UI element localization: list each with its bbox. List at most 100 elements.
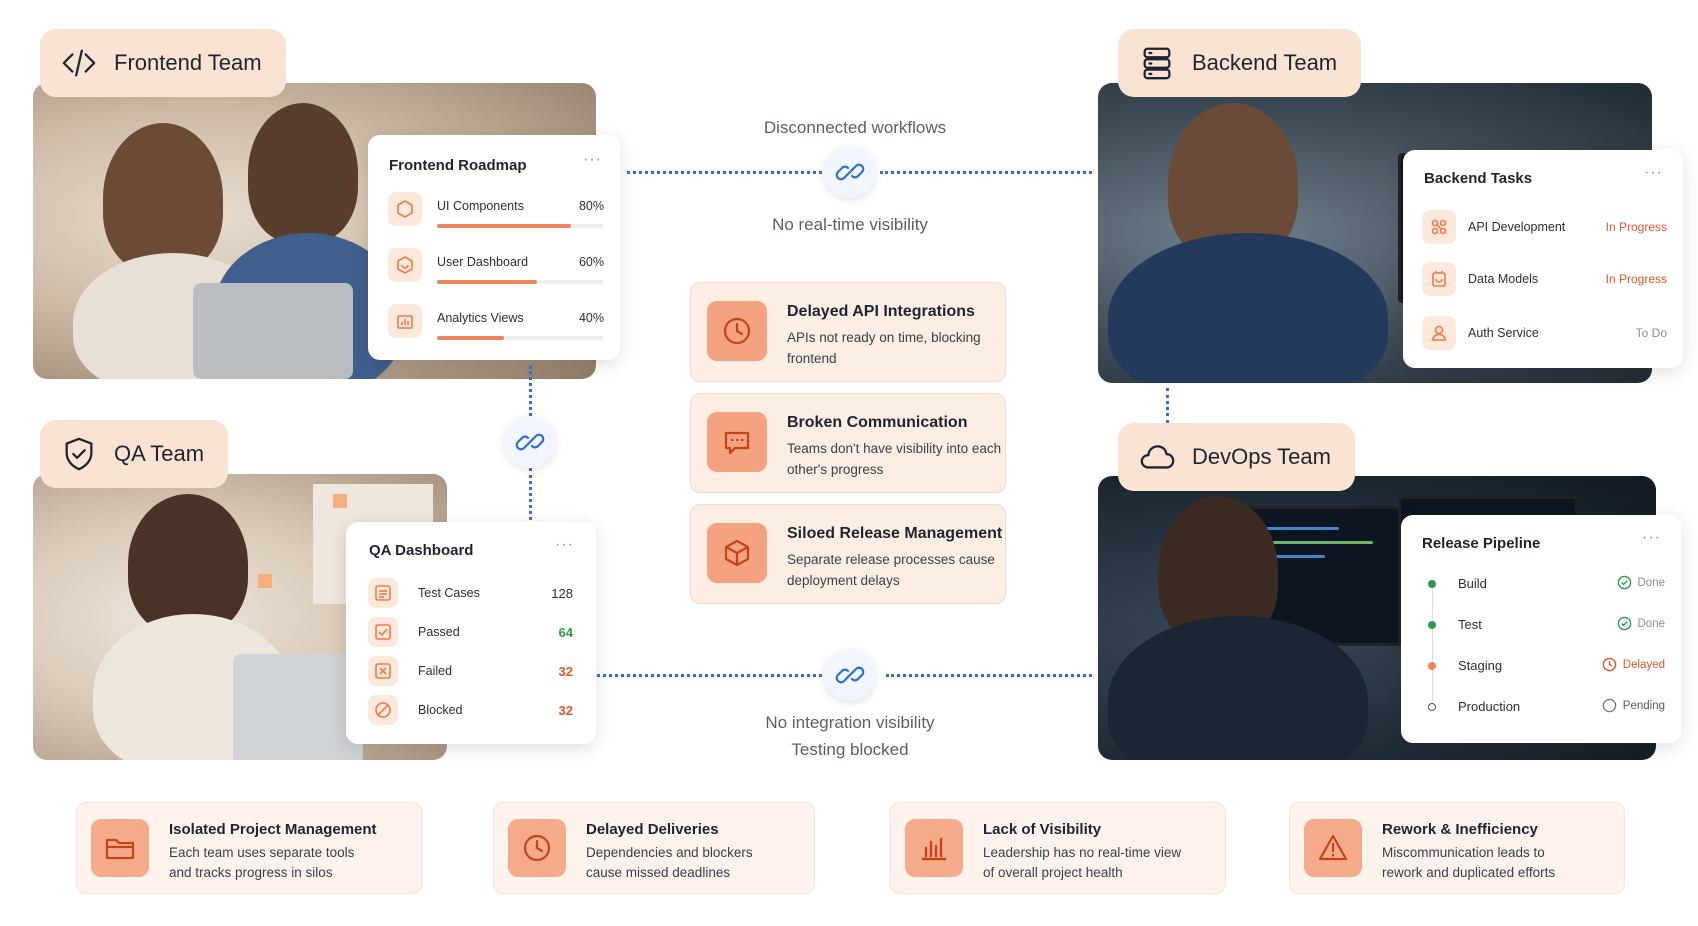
connector-line [886, 674, 1092, 677]
shield-check-icon [65, 437, 93, 471]
cloud-icon [1140, 445, 1175, 469]
summary-description: Dependencies and blockers cause missed d… [586, 843, 753, 883]
qa-metric-label: Blocked [418, 703, 463, 717]
api-icon [1422, 210, 1456, 244]
connector-line [529, 366, 532, 416]
more-options-icon[interactable]: ··· [583, 151, 602, 169]
roadmap-item-label: Analytics Views [437, 311, 524, 325]
clock-icon [707, 301, 767, 361]
roadmap-item-percent: 60% [578, 255, 604, 269]
summary-title: Rework & Inefficiency [1382, 821, 1538, 838]
pipeline-dot-delayed [1428, 662, 1436, 670]
empty-circle-icon [1602, 698, 1617, 713]
summary-line: Dependencies and blockers [586, 845, 753, 860]
summary-line: of overall project health [983, 865, 1123, 880]
check-circle-icon [1617, 616, 1631, 631]
summary-line: and tracks progress in silos [169, 865, 333, 880]
bar-chart-icon [388, 304, 422, 338]
pipeline-dot-pending [1428, 703, 1436, 711]
box-icon [707, 523, 767, 583]
issue-title: Siloed Release Management [787, 525, 1003, 542]
more-options-icon[interactable]: ··· [1644, 164, 1663, 182]
issue-description: Teams don't have visibility into each ot… [787, 441, 1002, 477]
summary-card: Delayed Deliveries Dependencies and bloc… [493, 802, 815, 894]
more-options-icon[interactable]: ··· [555, 536, 574, 554]
chat-icon [707, 412, 767, 472]
qa-metric-value: 32 [558, 703, 573, 718]
blocked-icon [368, 695, 398, 725]
link-icon [504, 416, 556, 468]
frontend-roadmap-title: Frontend Roadmap [389, 157, 527, 174]
issue-card: Delayed API Integrations APIs not ready … [690, 282, 1006, 382]
summary-line: Leadership has no real-time view [983, 845, 1182, 860]
link-icon [824, 146, 876, 198]
issue-title: Broken Communication [787, 414, 968, 431]
roadmap-progress-bar [437, 336, 604, 340]
roadmap-item-label: User Dashboard [437, 255, 529, 269]
issue-card: Siloed Release Management Separate relea… [690, 504, 1006, 604]
task-label: API Development [1468, 220, 1566, 234]
summary-line: rework and duplicated efforts [1382, 865, 1556, 880]
qa-dashboard-title: QA Dashboard [369, 542, 474, 559]
pipeline-status-text: Done [1637, 617, 1666, 630]
summary-title: Lack of Visibility [983, 821, 1102, 838]
pipeline-dot-done [1428, 580, 1436, 588]
summary-title: Isolated Project Management [169, 821, 377, 838]
roadmap-progress-bar [437, 280, 604, 284]
qa-metric-value: 64 [558, 625, 573, 640]
release-pipeline-card: Release Pipeline ··· Build Done Test Don… [1401, 515, 1681, 743]
pipeline-status-text: Done [1637, 576, 1666, 589]
qa-metric-label: Failed [418, 664, 453, 678]
hexagon-icon [388, 192, 422, 226]
database-icon [1422, 262, 1456, 296]
connector-line [597, 674, 822, 677]
pipeline-status: Pending [1602, 698, 1665, 713]
no-integration-visibility-label: No integration visibility [765, 713, 935, 732]
link-icon [824, 649, 876, 701]
issue-title: Delayed API Integrations [787, 303, 975, 320]
summary-card: Isolated Project Management Each team us… [76, 802, 422, 894]
task-status: In Progress [1605, 272, 1667, 286]
summary-title: Delayed Deliveries [586, 821, 719, 838]
backend-tasks-title: Backend Tasks [1424, 170, 1533, 187]
pipeline-track [1432, 580, 1433, 700]
pipeline-stage-label: Test [1458, 617, 1482, 632]
user-icon [1422, 316, 1456, 350]
release-pipeline-title: Release Pipeline [1422, 535, 1541, 552]
backend-team-tab: Backend Team [1118, 29, 1362, 97]
task-label: Auth Service [1468, 326, 1539, 340]
pipeline-status-text: Delayed [1622, 658, 1665, 671]
summary-line: Each team uses separate tools [169, 845, 355, 860]
roadmap-progress-fill [437, 336, 504, 340]
testing-blocked-label: Testing blocked [791, 740, 909, 759]
qa-dashboard-card: QA Dashboard ··· Test Cases 128 Passed 6… [346, 522, 596, 744]
qa-metric-label: Test Cases [418, 586, 480, 600]
clock-icon [508, 819, 566, 877]
frontend-team-title: Frontend Team [114, 50, 262, 75]
summary-card: Lack of Visibility Leadership has no rea… [890, 802, 1226, 894]
summary-description: Each team uses separate tools and tracks… [169, 843, 354, 883]
connector-line [1166, 388, 1169, 423]
summary-description: Miscommunication leads to rework and dup… [1382, 843, 1555, 883]
more-options-icon[interactable]: ··· [1642, 529, 1661, 547]
server-icon [1143, 47, 1171, 80]
roadmap-item-label: UI Components [437, 199, 524, 213]
check-circle-icon [1617, 575, 1631, 590]
issue-description: APIs not ready on time, blocking fronten… [787, 330, 981, 366]
qa-team-tab: QA Team [40, 420, 229, 488]
pipeline-status: Delayed [1602, 657, 1665, 672]
roadmap-item-percent: 40% [578, 311, 604, 325]
devops-team-title: DevOps Team [1192, 444, 1331, 469]
clock-icon [1602, 657, 1617, 672]
pipeline-stage-label: Production [1458, 699, 1521, 714]
qa-metric-value: 128 [551, 586, 573, 601]
x-square-icon [368, 656, 398, 686]
qa-team-title: QA Team [114, 441, 205, 466]
devops-team-tab: DevOps Team [1118, 423, 1355, 491]
bar-chart-icon [905, 819, 963, 877]
dashboard-icon [388, 248, 422, 282]
warning-icon [1304, 819, 1362, 877]
task-status: In Progress [1605, 220, 1667, 234]
backend-tasks-card: Backend Tasks ··· API Development In Pro… [1403, 150, 1683, 368]
pipeline-status: Done [1617, 616, 1666, 631]
